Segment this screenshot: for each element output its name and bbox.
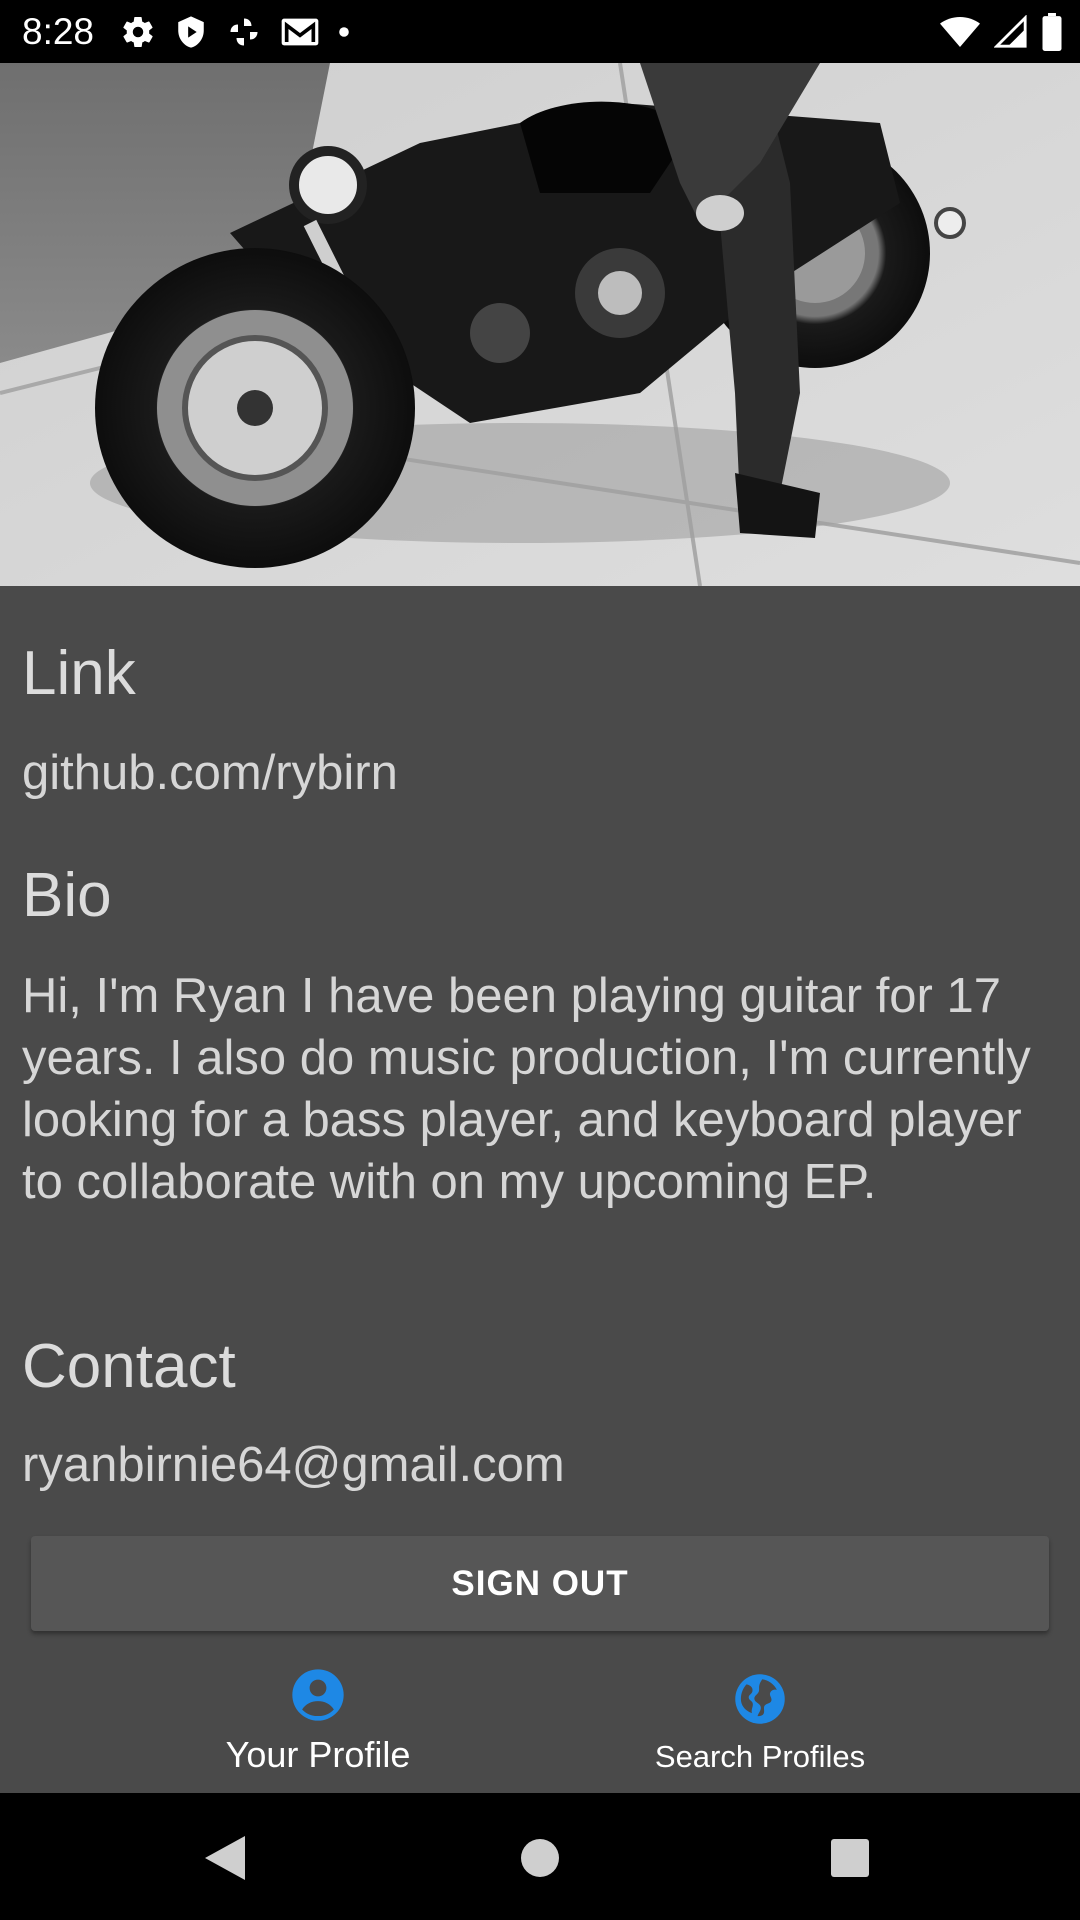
link-value[interactable]: github.com/rybirn (22, 742, 398, 804)
bio-heading: Bio (22, 861, 112, 930)
status-system-icons (940, 10, 1062, 54)
app-screen: 8:28 Link github.com/rybirn Bio Hi, I'm … (0, 0, 1080, 1920)
back-icon (205, 1836, 245, 1880)
motorcycle-photo (0, 63, 1080, 586)
battery-icon (1042, 13, 1062, 51)
globe-icon (735, 1674, 785, 1724)
recents-button[interactable] (815, 1823, 885, 1893)
wifi-icon (940, 17, 980, 47)
nav-search-profiles[interactable]: Search Profiles (560, 1645, 960, 1793)
sign-out-label: SIGN OUT (451, 1563, 629, 1603)
recents-icon (831, 1839, 869, 1877)
status-notification-icons (120, 12, 350, 52)
link-heading: Link (22, 639, 136, 708)
nav-your-profile[interactable]: Your Profile (118, 1645, 518, 1793)
account-circle-icon (292, 1669, 344, 1721)
status-bar: 8:28 (0, 0, 1080, 63)
home-icon (521, 1839, 559, 1877)
cell-signal-icon (994, 15, 1027, 48)
sign-out-button[interactable]: SIGN OUT (31, 1536, 1049, 1631)
contact-email[interactable]: ryanbirnie64@gmail.com (22, 1434, 565, 1496)
contact-heading: Contact (22, 1332, 236, 1401)
system-navigation-bar (0, 1793, 1080, 1920)
shield-play-icon (178, 16, 204, 48)
dot-icon (339, 27, 349, 37)
home-button[interactable] (505, 1823, 575, 1893)
bio-text: Hi, I'm Ryan I have been playing guitar … (22, 969, 1031, 1209)
status-time: 8:28 (22, 11, 95, 52)
back-button[interactable] (190, 1823, 260, 1893)
pinwheel-icon (230, 18, 258, 46)
gmail-icon (281, 18, 319, 46)
nav-search-profiles-label: Search Profiles (654, 1739, 866, 1774)
nav-your-profile-label: Your Profile (225, 1734, 411, 1775)
bottom-navigation: Your Profile Search Profiles (0, 1645, 1080, 1793)
gear-icon (123, 17, 153, 48)
photo-icon (0, 63, 1080, 586)
